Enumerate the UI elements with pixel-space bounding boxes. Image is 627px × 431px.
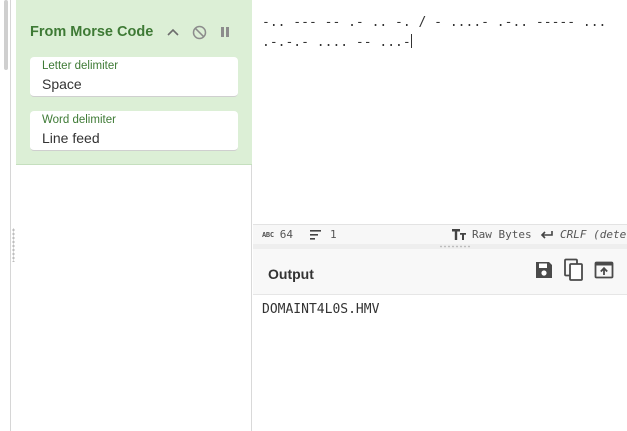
- word-delimiter-field[interactable]: Word delimiter Line feed: [30, 111, 238, 151]
- input-textarea[interactable]: -.. --- -- .- .. -. / - ....- .-.. -----…: [262, 13, 620, 53]
- letter-delimiter-field[interactable]: Letter delimiter Space: [30, 57, 238, 97]
- maximise-icon[interactable]: [619, 258, 627, 282]
- input-text: -.. --- -- .- .. -. / - ....- .-.. -----…: [262, 15, 615, 50]
- replace-input-icon[interactable]: [589, 258, 619, 282]
- line-count-stat: 1: [310, 228, 337, 241]
- lines-icon: [310, 229, 321, 240]
- char-count: 64: [279, 228, 293, 241]
- save-icon[interactable]: [529, 258, 559, 282]
- char-count-icon: ABC: [262, 230, 274, 239]
- eol-label: CRLF (detec: [560, 228, 627, 241]
- eol-button[interactable]: CRLF (detec: [540, 228, 627, 241]
- word-delimiter-label: Word delimiter: [42, 114, 116, 126]
- column-resize-handle[interactable]: [12, 228, 15, 262]
- chr-encoding-button[interactable]: Raw Bytes: [452, 228, 532, 241]
- copy-icon[interactable]: [559, 258, 589, 282]
- letter-delimiter-label: Letter delimiter: [42, 60, 119, 72]
- text-caret: [410, 34, 412, 48]
- operation-title: From Morse Code: [30, 24, 154, 40]
- categories-panel-edge: [0, 0, 11, 431]
- input-status-bar: ABC 64 1 Raw Bytes CRLF (detec: [253, 224, 627, 244]
- output-title: Output: [268, 266, 314, 282]
- letter-delimiter-value[interactable]: Space: [42, 76, 82, 92]
- output-header: Output: [253, 249, 627, 295]
- return-icon: [540, 230, 553, 239]
- pause-icon[interactable]: [212, 22, 238, 42]
- operation-from-morse-code[interactable]: From Morse Code Letter delimiter Space W…: [16, 0, 252, 165]
- output-toolbar: [529, 258, 627, 282]
- line-count: 1: [330, 228, 337, 241]
- io-resize-grip[interactable]: [439, 245, 471, 248]
- input-pane[interactable]: -.. --- -- .- .. -. / - ....- .-.. -----…: [253, 0, 627, 224]
- chevron-up-icon[interactable]: [160, 22, 186, 42]
- raw-bytes-label: Raw Bytes: [472, 228, 532, 241]
- disable-icon[interactable]: [186, 22, 212, 42]
- word-delimiter-value[interactable]: Line feed: [42, 130, 100, 146]
- output-text[interactable]: DOMAINT4L0S.HMV: [262, 302, 379, 317]
- recipe-panel: From Morse Code Letter delimiter Space W…: [16, 0, 252, 431]
- text-encoding-icon: [452, 229, 466, 240]
- output-pane[interactable]: DOMAINT4L0S.HMV: [253, 295, 627, 431]
- categories-scrollbar[interactable]: [4, 0, 8, 70]
- char-count-stat: ABC 64: [262, 228, 293, 241]
- operation-controls: [160, 22, 238, 42]
